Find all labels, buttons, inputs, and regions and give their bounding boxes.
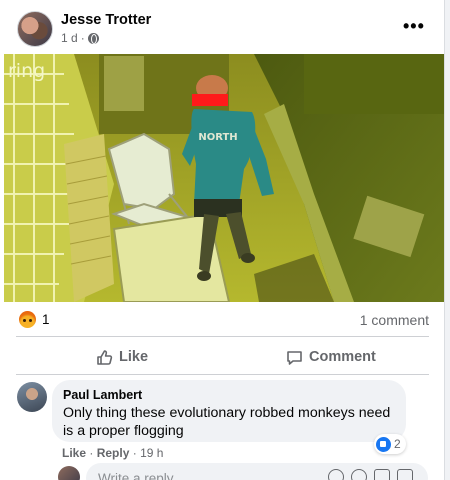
post-card: Jesse Trotter 1 d · ••• NORTH ring 1 1 c… xyxy=(0,0,445,480)
camera-icon[interactable] xyxy=(351,469,367,480)
comment-button-label: Comment xyxy=(309,349,376,365)
comment-text: Only thing these evolutionary robbed mon… xyxy=(63,405,391,439)
comment-reactions[interactable]: 2 xyxy=(374,434,406,454)
post-time[interactable]: 1 d xyxy=(61,31,78,45)
comment-actions: Like · Reply · 19 h xyxy=(62,446,163,460)
like-button-label: Like xyxy=(119,349,149,365)
sticker-icon[interactable] xyxy=(397,469,413,480)
comment-reply-link[interactable]: Reply xyxy=(97,446,130,460)
divider xyxy=(16,336,429,337)
more-options-icon[interactable]: ••• xyxy=(403,16,425,37)
jacket-text: NORTH xyxy=(198,132,237,143)
post-header: Jesse Trotter 1 d · ••• xyxy=(0,0,444,54)
reply-tools xyxy=(328,469,413,480)
like-button[interactable]: Like xyxy=(96,341,148,373)
security-camera-image: NORTH xyxy=(4,54,444,302)
comment-bubble: Paul Lambert Only thing these evolutiona… xyxy=(52,380,406,442)
comment-time[interactable]: 19 h xyxy=(140,446,163,460)
globe-icon xyxy=(87,32,99,44)
post-stats: 1 1 comment xyxy=(0,302,444,336)
post-actions: Like Comment xyxy=(0,341,444,373)
separator: · xyxy=(132,446,141,460)
separator: · xyxy=(89,446,97,460)
comment-count[interactable]: 1 comment xyxy=(360,312,429,328)
like-reaction-icon xyxy=(376,436,391,452)
post-author-name[interactable]: Jesse Trotter xyxy=(61,12,151,28)
post-meta: 1 d · xyxy=(61,31,99,45)
author-avatar[interactable] xyxy=(17,11,53,47)
ring-watermark: ring xyxy=(8,60,46,82)
meta-separator: · xyxy=(80,31,85,45)
page-gutter xyxy=(445,0,450,480)
comment-reaction-count: 2 xyxy=(394,437,401,451)
comment-button[interactable]: Comment xyxy=(286,341,376,373)
gif-icon[interactable] xyxy=(374,469,390,480)
emoji-icon[interactable] xyxy=(328,469,344,480)
angry-reaction-icon[interactable] xyxy=(19,311,36,328)
divider xyxy=(16,374,429,375)
comment-like-link[interactable]: Like xyxy=(62,446,86,460)
comment-author[interactable]: Paul Lambert xyxy=(63,388,395,402)
reply-avatar xyxy=(58,466,80,480)
speech-bubble-icon xyxy=(287,350,302,365)
commenter-avatar[interactable] xyxy=(17,382,47,412)
thumbs-up-icon xyxy=(97,349,113,365)
post-photo[interactable]: NORTH ring xyxy=(4,54,444,302)
reaction-count[interactable]: 1 xyxy=(42,312,50,327)
